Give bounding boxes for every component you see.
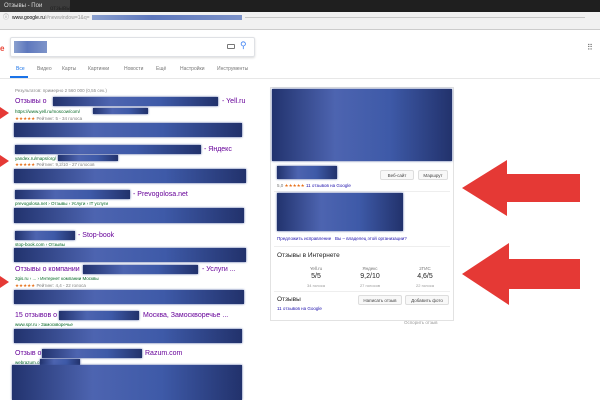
redacted-snippet [14,248,246,262]
apps-grid-icon[interactable]: ⠿ [587,43,593,52]
result-title-suffix[interactable]: - Услуги ... [202,266,236,273]
tab-more[interactable]: Ещё [156,66,166,72]
search-icon[interactable]: ⚲ [240,40,247,51]
redacted-business-name [277,166,337,179]
redacted-title [83,265,198,274]
arrow-marker [0,155,9,167]
redacted-snippet [14,123,242,137]
review-source-2gis[interactable]: 2ГИС 4,6/5 22 голоса [400,266,450,288]
panel-divider [274,246,450,247]
address-bar[interactable] [0,12,600,30]
url-tail [245,17,585,18]
web-reviews-title: Отзывы в Интернете [277,252,340,259]
result-title-suffix[interactable]: - Yell.ru [222,98,245,105]
redacted-title [53,97,218,106]
redacted-title [59,311,139,320]
redacted-cite [93,108,148,114]
route-button[interactable]: Маршрут [418,170,448,180]
result-title-prefix[interactable]: Отзыв о [15,350,41,357]
redacted-snippet [14,290,244,304]
result-title-prefix[interactable]: 15 отзывов о [15,312,57,319]
review-source-yell[interactable]: Yell.ru 5/5 34 голоса [291,266,341,288]
reviews-title: Отзывы [277,296,301,303]
google-reviews-link[interactable]: 11 отзывов на Google [277,306,322,311]
tab-tools[interactable]: Инструменты [217,66,248,72]
result-title-suffix[interactable]: - Stop-book [78,232,114,239]
dispute-review-link[interactable]: Оспорить отзыв [404,320,438,325]
result-cite[interactable]: prevogolosa.net › Отзывы › Услуги › IT у… [15,201,108,206]
arrow-marker [0,276,9,288]
result-title-prefix[interactable]: Отзывы о компании [15,266,80,273]
redacted-title [15,231,75,240]
panel-divider [274,191,450,192]
result-cite[interactable]: 2gis.ru › ... › Интернет компании Москвы [15,276,99,281]
result-stats: Результатов: примерно 2 560 000 (0,55 се… [15,88,107,93]
google-logo[interactable]: e [0,44,4,53]
panel-divider [274,291,450,292]
redacted-cite [58,155,118,161]
nav-divider [0,78,600,79]
tab-settings[interactable]: Настройки [180,66,205,72]
redacted-map-image [272,89,452,161]
redacted-snippet [14,329,242,343]
browser-tab-title: Отзывы - Пои [4,3,43,9]
result-title-suffix[interactable]: - Prevogolosa.net [133,191,188,198]
search-input[interactable]: отзывы [50,6,71,12]
add-photo-button[interactable]: Добавить фото [405,295,449,305]
keyboard-icon[interactable] [227,44,235,49]
redacted-snippet [12,365,242,400]
write-review-button[interactable]: Написать отзыв [358,295,402,305]
tab-video[interactable]: Видео [37,66,52,72]
result-rating: ★★★★★ Рейтинг: 9,2/10 - 27 голосов [15,162,95,167]
result-rating: ★★★★★ Рейтинг: 4,4 - 22 голоса [15,283,86,288]
redacted-query [14,41,47,53]
result-cite[interactable]: https://www.yell.ru/moscow/com/ [15,109,80,114]
redacted-url [92,15,242,20]
redacted-snippet [14,169,246,183]
result-cite[interactable]: yandex.ru/maps/org/ [15,156,56,161]
result-title-suffix[interactable]: Москва, Замоскворечье ... [143,312,228,319]
info-icon[interactable]: ⓘ [3,15,9,21]
tab-news[interactable]: Новости [124,66,143,72]
redacted-snippet [14,208,244,223]
url-text[interactable]: www.google.ru/#newwindow=1&q= [12,15,90,21]
result-title-prefix[interactable]: Отзывы о [15,98,46,105]
result-title-suffix[interactable]: - Яндекс [204,146,232,153]
result-cite[interactable]: www.spr.ru › Замоскворечье [15,322,73,327]
arrow-marker [0,107,9,119]
arrow-marker [462,160,580,216]
result-title-suffix[interactable]: Razum.com [145,350,182,357]
redacted-title [42,349,142,358]
tab-bar [0,0,600,12]
tab-all[interactable]: Все [16,66,25,72]
arrow-marker [462,243,580,305]
tab-maps[interactable]: Карты [62,66,76,72]
panel-edit-links[interactable]: Предложить исправление Вы – владелец это… [277,236,407,241]
result-cite[interactable]: stop-book.com › Отзывы [15,242,65,247]
redacted-title [15,145,201,154]
redacted-title [15,190,130,199]
redacted-description [277,193,403,231]
panel-rating: 5,0 ★★★★★ 11 отзывов на Google [277,183,351,188]
result-rating: ★★★★★ Рейтинг: 5 - 34 голоса [15,116,83,121]
website-button[interactable]: Веб-сайт [380,170,414,180]
review-source-yandex[interactable]: Яндекс 9,2/10 27 голосов [345,266,395,288]
tab-images[interactable]: Картинки [88,66,109,72]
